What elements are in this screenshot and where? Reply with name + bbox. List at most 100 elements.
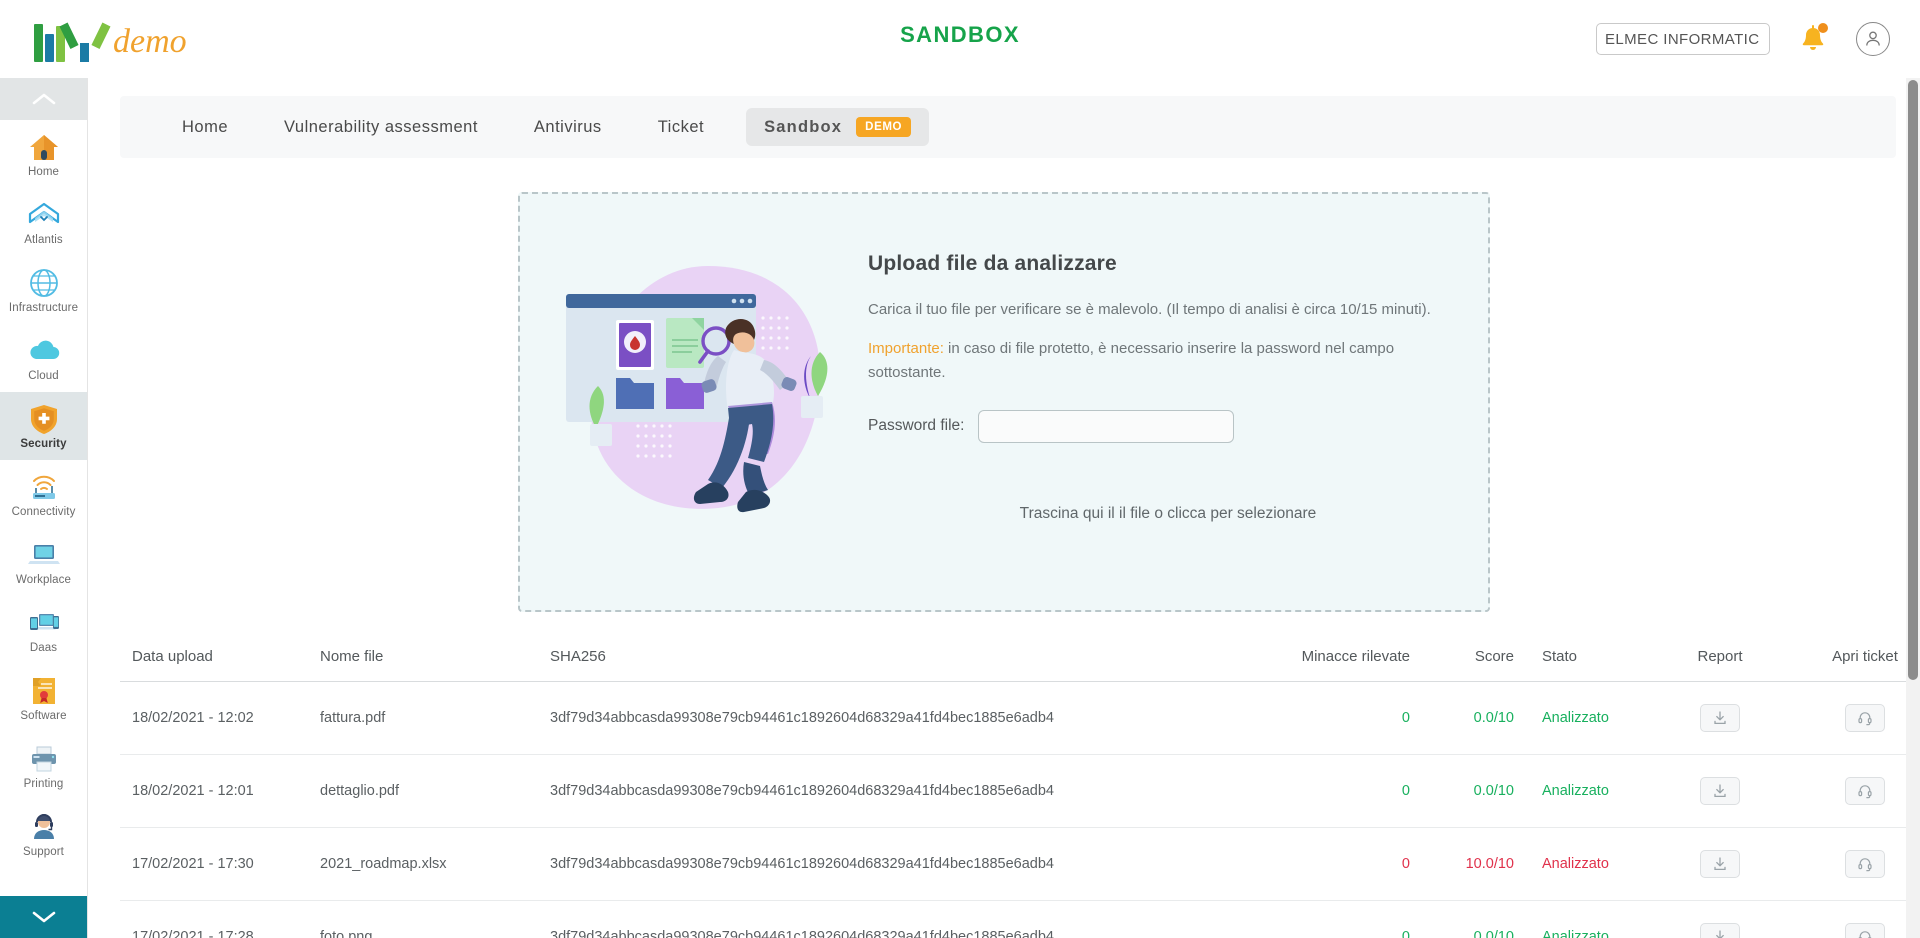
cell-nome-file: dettaglio.pdf [320, 754, 550, 828]
files-table: Data upload Nome file SHA256 Minacce ril… [120, 648, 1920, 938]
cell-stato: Analizzato [1520, 681, 1650, 755]
col-minacce-rilevate: Minacce rilevate [1210, 648, 1410, 682]
sidebar-item-label: Software [20, 710, 67, 722]
cell-minacce-rilevate: 0 [1210, 900, 1410, 938]
cell-sha256: 3df79d34abbcasda99308e79cb94461c1892604d… [550, 827, 1210, 901]
cell-stato: Analizzato [1520, 827, 1650, 901]
tenant-selector[interactable]: ELMEC INFORMATIC [1596, 23, 1770, 55]
download-icon [1714, 857, 1726, 871]
open-ticket-button[interactable] [1845, 850, 1885, 878]
tab-vulnerability-assessment[interactable]: Vulnerability assessment [256, 96, 506, 158]
cell-report [1650, 754, 1790, 828]
upload-title: Upload file da analizzare [868, 252, 1117, 275]
download-report-button[interactable] [1700, 777, 1740, 805]
cell-sha256: 3df79d34abbcasda99308e79cb94461c1892604d… [550, 900, 1210, 938]
user-avatar-button[interactable] [1856, 22, 1890, 56]
devices-icon [27, 606, 61, 640]
sidebar-item-security[interactable]: Security [0, 392, 87, 460]
sidebar-item-infrastructure[interactable]: Infrastructure [0, 256, 87, 324]
logo-y-icon [59, 22, 111, 62]
sidebar-item-label: Atlantis [24, 234, 63, 246]
sidebar-item-label: Cloud [28, 370, 59, 382]
open-ticket-button[interactable] [1845, 777, 1885, 805]
atlantis-icon [27, 198, 61, 232]
top-header: demo SANDBOX ELMEC INFORMATIC [0, 0, 1920, 78]
cell-apri-ticket [1790, 754, 1920, 828]
download-report-button[interactable] [1700, 923, 1740, 938]
sidebar-item-software[interactable]: Software [0, 664, 87, 732]
notifications-button[interactable] [1798, 23, 1828, 55]
password-input[interactable] [978, 409, 1235, 443]
sidebar-item-atlantis[interactable]: Atlantis [0, 188, 87, 256]
upload-important-label: Importante: [868, 340, 944, 358]
files-table-head: Data upload Nome file SHA256 Minacce ril… [120, 648, 1920, 682]
sidebar-collapse-down-button[interactable] [0, 896, 87, 938]
tab-antivirus[interactable]: Antivirus [506, 96, 630, 158]
sidebar-item-support[interactable]: Support [0, 800, 87, 868]
cell-sha256: 3df79d34abbcasda99308e79cb94461c1892604d… [550, 681, 1210, 755]
cell-stato: Analizzato [1520, 754, 1650, 828]
cell-score: 0.0/10 [1410, 754, 1520, 828]
header-actions: ELMEC INFORMATIC [1596, 0, 1890, 78]
download-report-button[interactable] [1700, 704, 1740, 732]
globe-icon [27, 266, 61, 300]
sidebar-item-workplace[interactable]: Workplace [0, 528, 87, 596]
sidebar-collapse-up-button[interactable] [0, 78, 87, 120]
table-row[interactable]: 18/02/2021 - 12:01 dettaglio.pdf 3df79d34a… [120, 754, 1920, 828]
sidebar-item-connectivity[interactable]: Connectivity [0, 460, 87, 528]
cell-data-upload: 18/02/2021 - 12:02 [120, 681, 320, 755]
sidebar-items: Home Atlantis Infrastructure Cloud Secur… [0, 120, 87, 868]
table-row[interactable]: 18/02/2021 - 12:02 fattura.pdf 3df79d34abb… [120, 681, 1920, 755]
download-icon [1716, 930, 1724, 938]
house-icon [27, 130, 61, 164]
cell-apri-ticket [1790, 827, 1920, 901]
sidebar-item-home[interactable]: Home [0, 120, 87, 188]
cell-score: 0.0/10 [1410, 681, 1520, 755]
tenant-label: ELMEC INFORMATIC [1605, 30, 1760, 48]
sidebar-item-daas[interactable]: Daas [0, 596, 87, 664]
upload-important-text: in caso di file protetto, è necessario i… [868, 340, 1395, 381]
col-stato: Stato [1520, 648, 1650, 682]
certificate-icon [27, 674, 61, 708]
tab-ticket[interactable]: Ticket [630, 96, 732, 158]
chevron-down-icon [32, 911, 56, 923]
cell-minacce-rilevate: 0 [1210, 754, 1410, 828]
page-scrollbar[interactable] [1906, 78, 1920, 938]
open-ticket-button[interactable] [1845, 704, 1885, 732]
sidebar-item-label: Infrastructure [8, 302, 79, 314]
download-report-button[interactable] [1700, 850, 1740, 878]
upload-subtitle: Carica il tuo file per verificare se è m… [868, 301, 1431, 318]
col-report: Report [1650, 648, 1790, 682]
upload-important-note: Importante: in caso di file protetto, è … [868, 337, 1468, 384]
upload-illustration [558, 194, 858, 610]
tab-home[interactable]: Home [154, 96, 256, 158]
cell-report [1650, 827, 1790, 901]
cell-data-upload: 18/02/2021 - 12:01 [120, 754, 320, 828]
col-score: Score [1410, 648, 1520, 682]
drop-hint-text[interactable]: Trascina qui il il file o clicca per sel… [868, 505, 1468, 523]
brand-logo[interactable]: demo [34, 16, 187, 62]
files-table-body: 18/02/2021 - 12:02 fattura.pdf 3df79d34abb… [120, 681, 1920, 938]
scrollbar-thumb[interactable] [1908, 80, 1918, 680]
main-content: Home Vulnerability assessment Antivirus … [88, 78, 1920, 938]
files-table-wrap: Data upload Nome file SHA256 Minacce ril… [120, 648, 1920, 938]
upload-dropzone-card[interactable]: Upload file da analizzare Carica il tuo … [518, 192, 1490, 612]
cell-report [1650, 900, 1790, 938]
sidebar-item-label: Printing [23, 778, 64, 790]
open-ticket-button[interactable] [1845, 923, 1885, 938]
col-sha256: SHA256 [550, 648, 1210, 682]
shield-plus-icon [27, 402, 61, 436]
cell-nome-file: 2021_roadmap.xlsx [320, 827, 550, 901]
sidebar-item-cloud[interactable]: Cloud [0, 324, 87, 392]
sidebar: Home Atlantis Infrastructure Cloud Secur… [0, 78, 88, 938]
cell-score: 0.0/10 [1410, 900, 1520, 938]
table-row[interactable]: 17/02/2021 - 17:28 foto.png 3df79d34abbcas… [120, 900, 1920, 938]
router-wifi-icon [27, 470, 61, 504]
tab-sandbox[interactable]: Sandbox DEMO [746, 108, 930, 146]
sidebar-item-printing[interactable]: Printing [0, 732, 87, 800]
table-row[interactable]: 17/02/2021 - 17:30 2021_roadmap.xlsx 3df79… [120, 827, 1920, 901]
cell-data-upload: 17/02/2021 - 17:30 [120, 827, 320, 901]
cell-minacce-rilevate: 0 [1210, 827, 1410, 901]
download-icon [1714, 711, 1726, 725]
cell-sha256: 3df79d34abbcasda99308e79cb94461c1892604d… [550, 754, 1210, 828]
